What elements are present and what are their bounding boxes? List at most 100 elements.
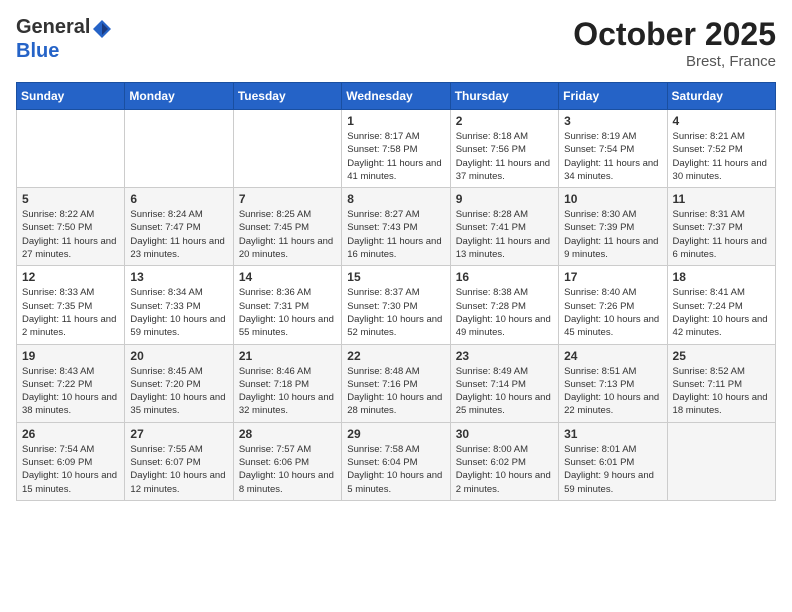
day-info: Sunrise: 8:30 AMSunset: 7:39 PMDaylight:…: [564, 208, 661, 261]
day-number: 24: [564, 349, 661, 363]
day-info: Sunrise: 8:52 AMSunset: 7:11 PMDaylight:…: [673, 365, 770, 418]
day-number: 2: [456, 114, 553, 128]
day-info: Sunrise: 8:22 AMSunset: 7:50 PMDaylight:…: [22, 208, 119, 261]
title-block: October 2025 Brest, France: [573, 16, 776, 70]
daylight-hours: Daylight: 10 hours and 18 minutes.: [673, 392, 768, 416]
day-cell: 9Sunrise: 8:28 AMSunset: 7:41 PMDaylight…: [450, 188, 558, 266]
day-cell: 29Sunrise: 7:58 AMSunset: 6:04 PMDayligh…: [342, 422, 450, 500]
day-number: 1: [347, 114, 444, 128]
day-number: 3: [564, 114, 661, 128]
day-number: 31: [564, 427, 661, 441]
day-cell: 2 Sunrise: 8:18 AMSunset: 7:56 PMDaylight…: [450, 110, 558, 188]
day-info: Sunrise: 7:55 AMSunset: 6:07 PMDaylight:…: [130, 443, 227, 496]
day-number: 6: [130, 192, 227, 206]
weekday-header-row: SundayMondayTuesdayWednesdayThursdayFrid…: [17, 83, 776, 110]
daylight-hours: Daylight: 10 hours and 55 minutes.: [239, 314, 334, 338]
day-cell: 27Sunrise: 7:55 AMSunset: 6:07 PMDayligh…: [125, 422, 233, 500]
weekday-header-sunday: Sunday: [17, 83, 125, 110]
day-info: Sunrise: 8:45 AMSunset: 7:20 PMDaylight:…: [130, 365, 227, 418]
daylight-hours: Daylight: 10 hours and 28 minutes.: [347, 392, 442, 416]
day-cell: 15Sunrise: 8:37 AMSunset: 7:30 PMDayligh…: [342, 266, 450, 344]
day-info: Sunrise: 8:28 AMSunset: 7:41 PMDaylight:…: [456, 208, 553, 261]
daylight-hours: Daylight: 10 hours and 45 minutes.: [564, 314, 659, 338]
day-info: Sunrise: 8:49 AMSunset: 7:14 PMDaylight:…: [456, 365, 553, 418]
day-number: 11: [673, 192, 770, 206]
day-info: Sunrise: 8:27 AMSunset: 7:43 PMDaylight:…: [347, 208, 444, 261]
day-cell: 16Sunrise: 8:38 AMSunset: 7:28 PMDayligh…: [450, 266, 558, 344]
day-cell: 20Sunrise: 8:45 AMSunset: 7:20 PMDayligh…: [125, 344, 233, 422]
day-info: Sunrise: 8:31 AMSunset: 7:37 PMDaylight:…: [673, 208, 770, 261]
day-cell: 28Sunrise: 7:57 AMSunset: 6:06 PMDayligh…: [233, 422, 341, 500]
day-cell: 5Sunrise: 8:22 AMSunset: 7:50 PMDaylight…: [17, 188, 125, 266]
day-cell: 31 Sunrise: 8:01 AMSunset: 6:01 PMDayligh…: [559, 422, 667, 500]
day-number: 10: [564, 192, 661, 206]
week-row-3: 12 Sunrise: 8:33 AMSunset: 7:35 PMDayligh…: [17, 266, 776, 344]
week-row-1: 1Sunrise: 8:17 AMSunset: 7:58 PMDaylight…: [17, 110, 776, 188]
daylight-hours: Daylight: 9 hours and 59 minutes.: [564, 470, 654, 494]
calendar-table: SundayMondayTuesdayWednesdayThursdayFrid…: [16, 82, 776, 501]
day-cell: 12 Sunrise: 8:33 AMSunset: 7:35 PMDayligh…: [17, 266, 125, 344]
day-info: Sunrise: 8:19 AMSunset: 7:54 PMDaylight:…: [564, 130, 661, 183]
day-number: 26: [22, 427, 119, 441]
day-info: Sunrise: 8:21 AMSunset: 7:52 PMDaylight:…: [673, 130, 770, 183]
week-row-2: 5Sunrise: 8:22 AMSunset: 7:50 PMDaylight…: [17, 188, 776, 266]
day-info: Sunrise: 8:00 AMSunset: 6:02 PMDaylight:…: [456, 443, 553, 496]
daylight-hours: Daylight: 10 hours and 32 minutes.: [239, 392, 334, 416]
day-number: 22: [347, 349, 444, 363]
daylight-hours: Daylight: 11 hours and 41 minutes.: [347, 158, 441, 182]
day-number: 15: [347, 270, 444, 284]
day-cell: 30Sunrise: 8:00 AMSunset: 6:02 PMDayligh…: [450, 422, 558, 500]
daylight-hours: Daylight: 11 hours and 9 minutes.: [564, 236, 658, 260]
day-info: Sunrise: 8:25 AMSunset: 7:45 PMDaylight:…: [239, 208, 336, 261]
day-number: 8: [347, 192, 444, 206]
day-cell: 14Sunrise: 8:36 AMSunset: 7:31 PMDayligh…: [233, 266, 341, 344]
weekday-header-friday: Friday: [559, 83, 667, 110]
day-cell: 4Sunrise: 8:21 AMSunset: 7:52 PMDaylight…: [667, 110, 775, 188]
day-cell: 1Sunrise: 8:17 AMSunset: 7:58 PMDaylight…: [342, 110, 450, 188]
day-cell: 25 Sunrise: 8:52 AMSunset: 7:11 PMDayligh…: [667, 344, 775, 422]
day-info: Sunrise: 8:18 AMSunset: 7:56 PMDaylight:…: [456, 130, 553, 183]
daylight-hours: Daylight: 10 hours and 12 minutes.: [130, 470, 225, 494]
day-cell: [667, 422, 775, 500]
day-number: 17: [564, 270, 661, 284]
logo-text-general: General: [16, 16, 90, 38]
day-cell: 8 Sunrise: 8:27 AMSunset: 7:43 PMDaylight…: [342, 188, 450, 266]
daylight-hours: Daylight: 10 hours and 59 minutes.: [130, 314, 225, 338]
daylight-hours: Daylight: 10 hours and 35 minutes.: [130, 392, 225, 416]
daylight-hours: Daylight: 11 hours and 2 minutes.: [22, 314, 116, 338]
day-info: Sunrise: 8:43 AMSunset: 7:22 PMDaylight:…: [22, 365, 119, 418]
day-info: Sunrise: 8:41 AMSunset: 7:24 PMDaylight:…: [673, 286, 770, 339]
logo-flag-icon: [91, 18, 113, 40]
daylight-hours: Daylight: 10 hours and 8 minutes.: [239, 470, 334, 494]
day-info: Sunrise: 8:01 AMSunset: 6:01 PMDaylight:…: [564, 443, 661, 496]
day-info: Sunrise: 7:58 AMSunset: 6:04 PMDaylight:…: [347, 443, 444, 496]
day-number: 14: [239, 270, 336, 284]
day-cell: [125, 110, 233, 188]
weekday-header-tuesday: Tuesday: [233, 83, 341, 110]
daylight-hours: Daylight: 11 hours and 13 minutes.: [456, 236, 550, 260]
day-number: 13: [130, 270, 227, 284]
day-info: Sunrise: 8:48 AMSunset: 7:16 PMDaylight:…: [347, 365, 444, 418]
week-row-4: 19Sunrise: 8:43 AMSunset: 7:22 PMDayligh…: [17, 344, 776, 422]
daylight-hours: Daylight: 11 hours and 6 minutes.: [673, 236, 767, 260]
daylight-hours: Daylight: 10 hours and 22 minutes.: [564, 392, 659, 416]
day-info: Sunrise: 8:38 AMSunset: 7:28 PMDaylight:…: [456, 286, 553, 339]
day-cell: 3 Sunrise: 8:19 AMSunset: 7:54 PMDaylight…: [559, 110, 667, 188]
month-title: October 2025: [573, 16, 776, 53]
day-info: Sunrise: 8:51 AMSunset: 7:13 PMDaylight:…: [564, 365, 661, 418]
day-info: Sunrise: 8:33 AMSunset: 7:35 PMDaylight:…: [22, 286, 119, 339]
daylight-hours: Daylight: 11 hours and 30 minutes.: [673, 158, 767, 182]
day-cell: [17, 110, 125, 188]
day-cell: 19Sunrise: 8:43 AMSunset: 7:22 PMDayligh…: [17, 344, 125, 422]
day-info: Sunrise: 8:34 AMSunset: 7:33 PMDaylight:…: [130, 286, 227, 339]
daylight-hours: Daylight: 11 hours and 27 minutes.: [22, 236, 116, 260]
logo-general-text: General Blue: [16, 16, 114, 63]
day-number: 21: [239, 349, 336, 363]
logo: General Blue: [16, 16, 114, 63]
daylight-hours: Daylight: 10 hours and 15 minutes.: [22, 470, 117, 494]
daylight-hours: Daylight: 10 hours and 49 minutes.: [456, 314, 551, 338]
day-number: 25: [673, 349, 770, 363]
daylight-hours: Daylight: 10 hours and 42 minutes.: [673, 314, 768, 338]
day-number: 12: [22, 270, 119, 284]
day-info: Sunrise: 7:54 AMSunset: 6:09 PMDaylight:…: [22, 443, 119, 496]
